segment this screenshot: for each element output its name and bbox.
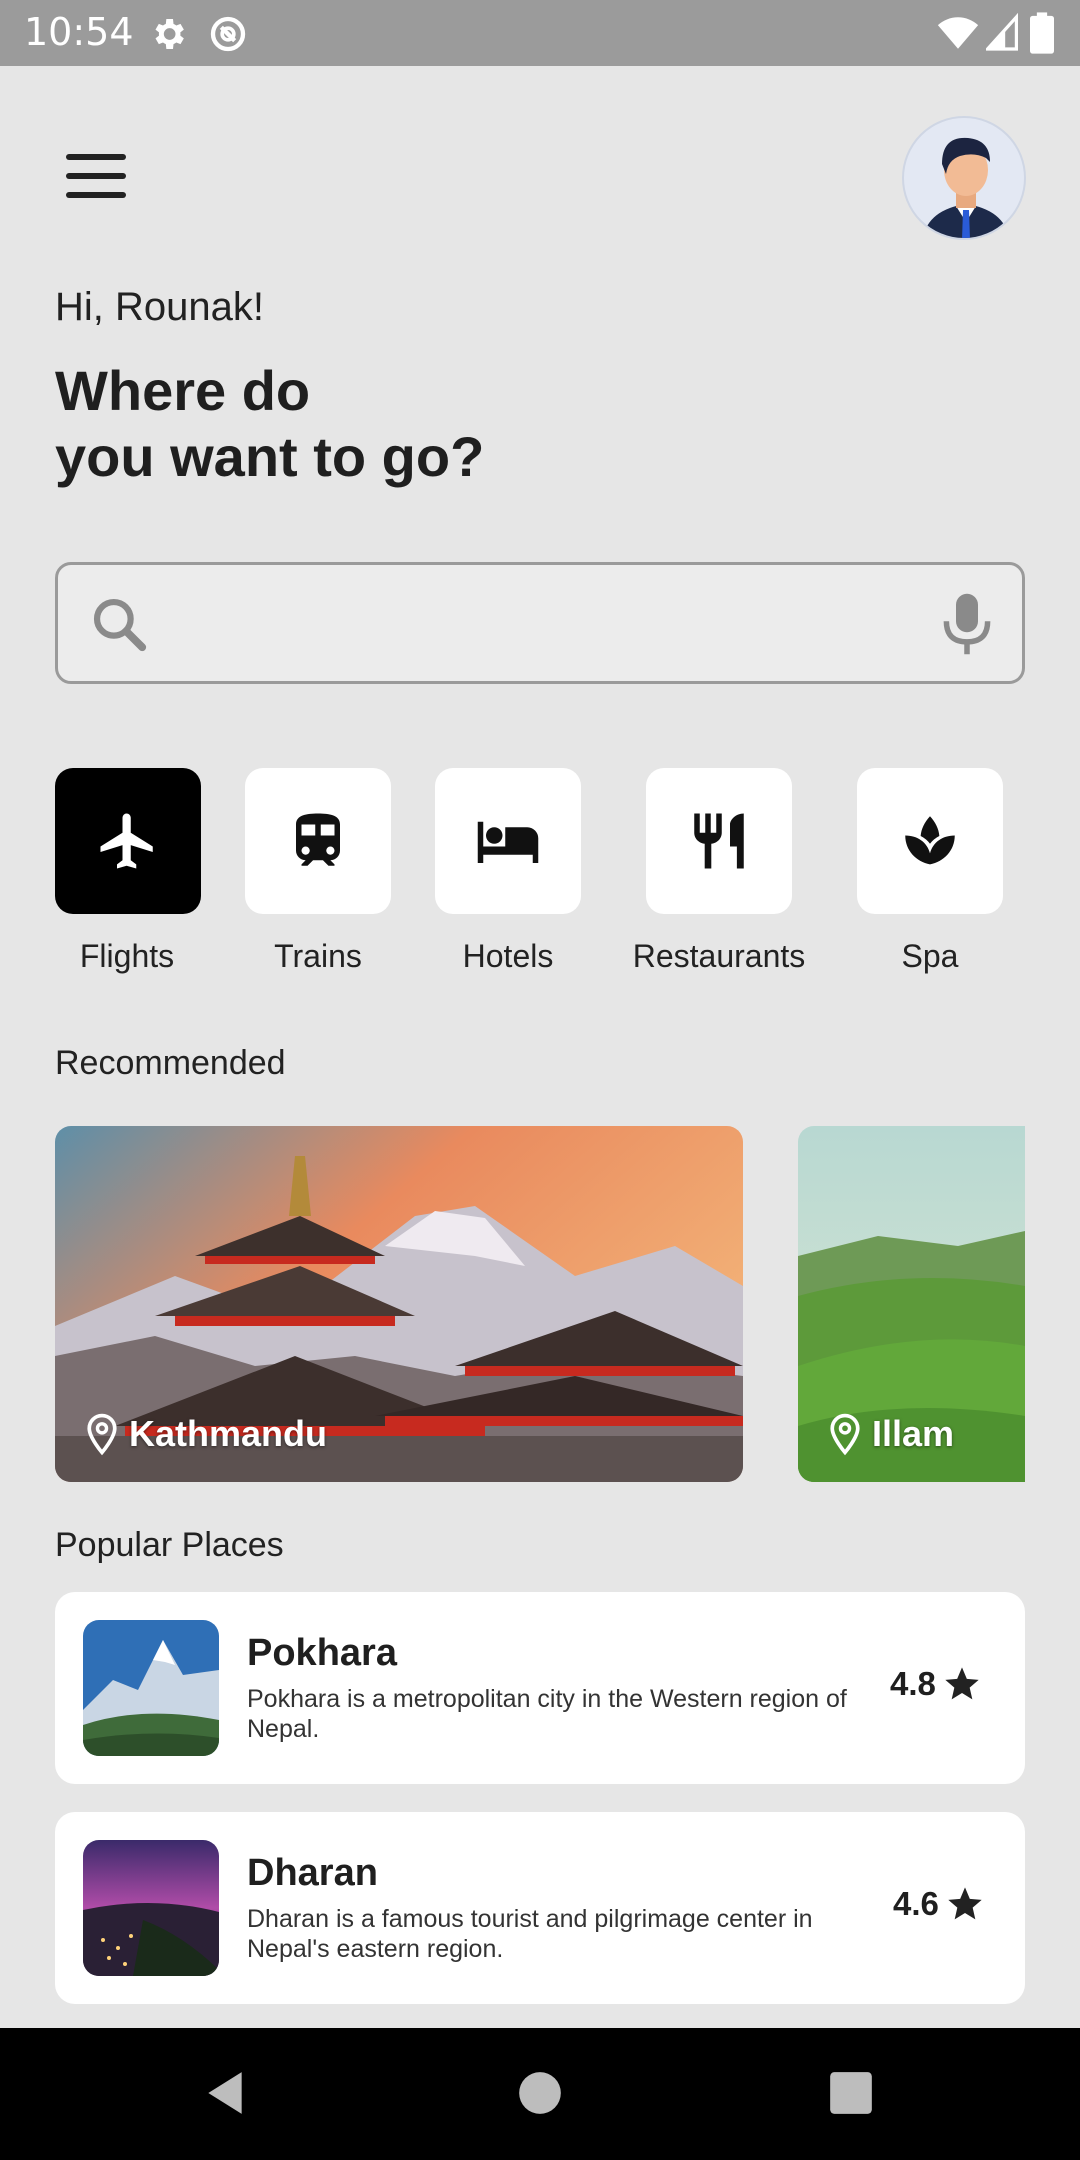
- category-trains[interactable]: [245, 768, 391, 914]
- bed-icon: [477, 821, 539, 863]
- recommended-label: Illam: [828, 1412, 954, 1456]
- status-bar: 10:54: [0, 0, 1080, 66]
- recommended-name: Illam: [872, 1413, 955, 1454]
- recommended-title: Recommended: [55, 1044, 286, 1082]
- popular-places-title: Popular Places: [55, 1526, 284, 1564]
- rating-value: 4.8: [890, 1665, 936, 1702]
- search-icon: [93, 598, 147, 652]
- category-hotels[interactable]: [435, 768, 581, 914]
- rating: 4.6: [893, 1884, 985, 1924]
- category-label-hotels: Hotels: [462, 938, 554, 974]
- home-icon[interactable]: [515, 2068, 565, 2118]
- back-icon[interactable]: [200, 2068, 250, 2118]
- headline-line-2: you want to go?: [55, 425, 485, 488]
- category-label-restaurants: Restaurants: [632, 938, 806, 974]
- place-description: Pokhara is a metropolitan city in the We…: [247, 1685, 847, 1743]
- popular-place-card-pokhara[interactable]: Pokhara Pokhara is a metropolitan city i…: [55, 1592, 1025, 1784]
- system-navigation-bar: [0, 2028, 1080, 2160]
- train-icon: [296, 813, 340, 866]
- status-time: 10:54: [24, 10, 134, 54]
- dharan-image: [83, 1840, 219, 1976]
- microphone-icon[interactable]: [938, 591, 996, 657]
- category-flights[interactable]: [55, 768, 201, 914]
- fork-knife-icon: [694, 813, 744, 869]
- rating: 4.8: [890, 1664, 982, 1704]
- settings-icon: [155, 19, 184, 49]
- location-pin-icon: [830, 1413, 860, 1456]
- avatar[interactable]: [902, 116, 1026, 240]
- greeting: Hi, Rounak!: [55, 285, 264, 329]
- recommended-card-illam[interactable]: Illam: [798, 1126, 1025, 1482]
- recommended-card-kathmandu[interactable]: Kathmandu: [55, 1126, 743, 1482]
- sync-icon: [210, 16, 246, 52]
- place-name: Pokhara: [247, 1632, 397, 1674]
- star-icon: [948, 1887, 982, 1920]
- category-label-spa: Spa: [901, 938, 959, 974]
- star-icon: [945, 1667, 979, 1700]
- airplane-icon: [100, 813, 153, 869]
- battery-icon: [1030, 12, 1054, 54]
- search-input[interactable]: [168, 585, 928, 661]
- menu-button[interactable]: [60, 150, 132, 202]
- pokhara-thumbnail: [83, 1620, 219, 1756]
- wifi-icon: [937, 17, 979, 49]
- popular-place-card-dharan[interactable]: Dharan Dharan is a famous tourist and pi…: [55, 1812, 1025, 2004]
- profile-avatar-icon: [922, 137, 1010, 238]
- place-description: Dharan is a famous tourist and pilgrimag…: [247, 1905, 813, 1963]
- location-pin-icon: [87, 1413, 117, 1456]
- place-name: Dharan: [247, 1852, 378, 1894]
- recommended-name: Kathmandu: [129, 1413, 327, 1454]
- headline-line-1: Where do: [55, 359, 311, 422]
- category-spa[interactable]: [857, 768, 1003, 914]
- page-title: Where do you want to go?: [55, 358, 755, 490]
- pokhara-image: [83, 1620, 219, 1756]
- search-bar[interactable]: [55, 562, 1025, 684]
- recommended-label: Kathmandu: [85, 1412, 327, 1456]
- spa-icon: [905, 816, 955, 865]
- recent-apps-icon[interactable]: [826, 2068, 876, 2118]
- rating-value: 4.6: [893, 1885, 939, 1922]
- category-restaurants[interactable]: [646, 768, 792, 914]
- dharan-thumbnail: [83, 1840, 219, 1976]
- cell-signal-icon: [986, 12, 1018, 51]
